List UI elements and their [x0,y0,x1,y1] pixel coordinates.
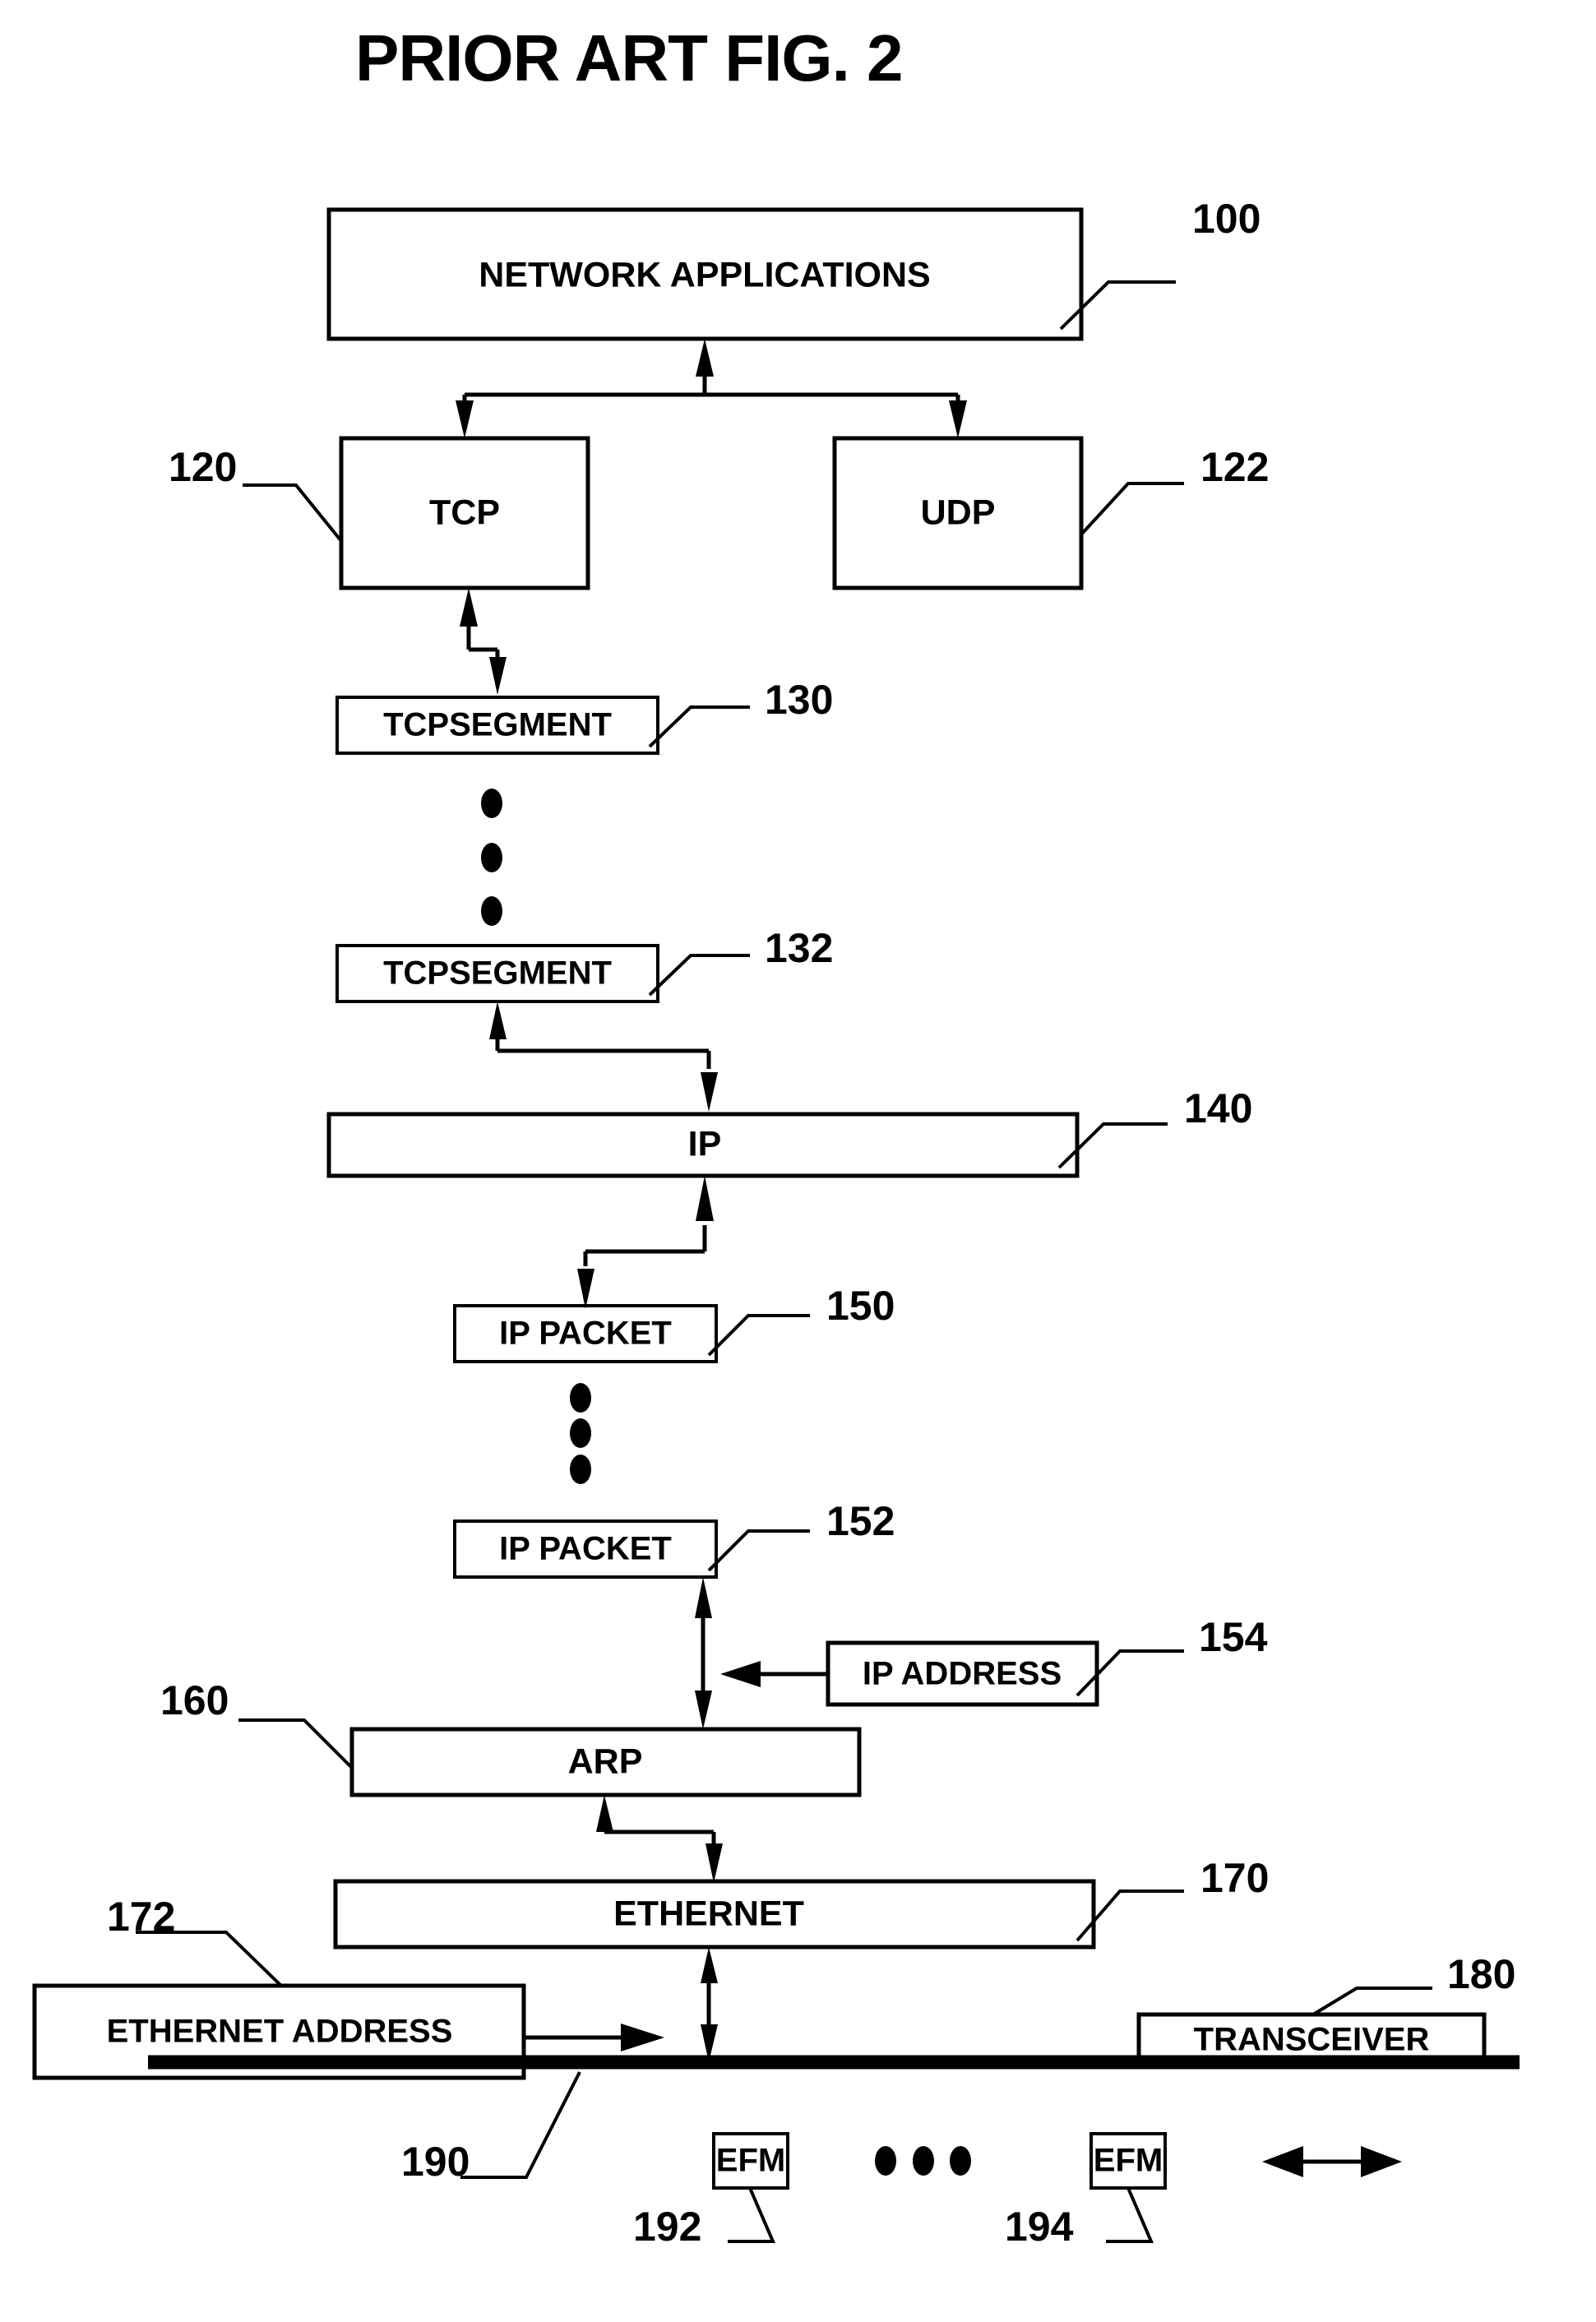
ip-packet-152-label: IP PACKET [499,1531,672,1567]
arrowhead-right-efm-bidirectional [1361,2146,1402,2177]
arrowhead-up-to-ethernet [701,1947,718,1983]
ref-number-132: 132 [765,925,833,971]
figure-title: PRIOR ART FIG. 2 [355,21,903,95]
tcp-segment-ellipsis-dot-1 [481,789,502,818]
ref-number-160: 160 [160,1677,229,1723]
lead-line-190 [460,2071,581,2179]
transceiver-label: TRANSCEIVER [1194,2022,1430,2058]
prior-art-figure-2-diagram: PRIOR ART FIG. 2 NETWORK APPLICATIONS 10… [32,21,1520,2250]
efm-194-label: EFM [1094,2143,1163,2179]
ethernet-label: ETHERNET [613,1894,804,1933]
network-applications-label: NETWORK APPLICATIONS [479,255,930,294]
arrowhead-down-to-ippacket-150 [577,1269,594,1309]
arrowhead-up-to-applications [696,339,714,377]
arrowhead-down-to-ip [701,1072,718,1112]
arrowhead-down-to-ethernet [705,1843,723,1883]
tcp-label: TCP [429,493,500,532]
arrowhead-down-to-arp [695,1691,712,1729]
arrowhead-up-to-arp [596,1795,613,1832]
arrowhead-down-to-tcpsegment-130 [489,657,507,695]
ref-number-172: 172 [107,1894,175,1940]
arrowhead-right-from-ethernet-address [621,2024,664,2051]
patent-figure-page: PRIOR ART FIG. 2 NETWORK APPLICATIONS 10… [0,0,1596,2322]
arrowhead-up-to-ip [696,1176,714,1221]
udp-label: UDP [921,493,996,532]
arrowhead-up-to-tcp [460,588,478,627]
ref-number-194: 194 [1005,2204,1074,2250]
arp-label: ARP [568,1742,643,1781]
ref-number-180: 180 [1447,1951,1515,1997]
ethernet-address-label: ETHERNET ADDRESS [107,2014,453,2050]
ref-number-190: 190 [401,2139,470,2185]
ref-number-130: 130 [765,677,833,723]
lead-line-100 [1059,280,1176,331]
ref-number-170: 170 [1200,1855,1269,1901]
lead-line-152 [707,1529,810,1572]
arrowhead-left-from-ip-address [720,1661,761,1687]
ref-number-152: 152 [826,1498,895,1544]
ip-label: IP [688,1124,722,1163]
arrowhead-up-to-tcpsegment-132 [489,1001,507,1039]
efm-ellipsis-dot-2 [913,2146,934,2176]
ip-packet-150-label: IP PACKET [499,1316,672,1352]
ref-number-100: 100 [1192,196,1261,242]
ip-packet-ellipsis-dot-3 [570,1455,591,1484]
lead-line-150 [707,1314,810,1357]
lead-line-192 [728,2187,776,2243]
efm-ellipsis-dot-3 [950,2146,971,2176]
ref-number-122: 122 [1200,444,1269,490]
efm-192-label: EFM [716,2143,785,2179]
lead-line-194 [1106,2187,1154,2243]
arrowhead-down-to-udp [949,400,967,438]
tcpsegment-130-label: TCPSEGMENT [383,707,612,743]
ip-packet-ellipsis-dot-2 [570,1418,591,1448]
ip-address-label: IP ADDRESS [863,1656,1062,1692]
lead-line-180 [1311,1987,1432,2016]
arrowhead-down-to-tcp [456,400,474,438]
lead-line-122 [1080,482,1184,536]
tcp-segment-ellipsis-dot-3 [481,896,502,926]
arrowhead-up-to-ippacket-152 [695,1577,712,1618]
ref-number-150: 150 [826,1283,895,1329]
lead-line-120 [243,483,343,543]
ref-number-192: 192 [633,2204,701,2250]
efm-ellipsis-dot-1 [875,2146,896,2176]
ip-packet-ellipsis-dot-1 [570,1383,591,1413]
lead-line-130 [648,705,750,748]
lead-line-172 [136,1931,283,1987]
lead-line-154 [1076,1649,1184,1697]
ref-number-140: 140 [1184,1085,1252,1131]
lead-line-160 [238,1718,354,1769]
tcp-segment-ellipsis-dot-2 [481,843,502,872]
lead-line-132 [648,954,750,997]
ref-number-120: 120 [169,444,237,490]
ref-number-154: 154 [1199,1614,1268,1660]
tcpsegment-132-label: TCPSEGMENT [383,955,612,992]
arrowhead-left-efm-bidirectional [1262,2146,1303,2177]
